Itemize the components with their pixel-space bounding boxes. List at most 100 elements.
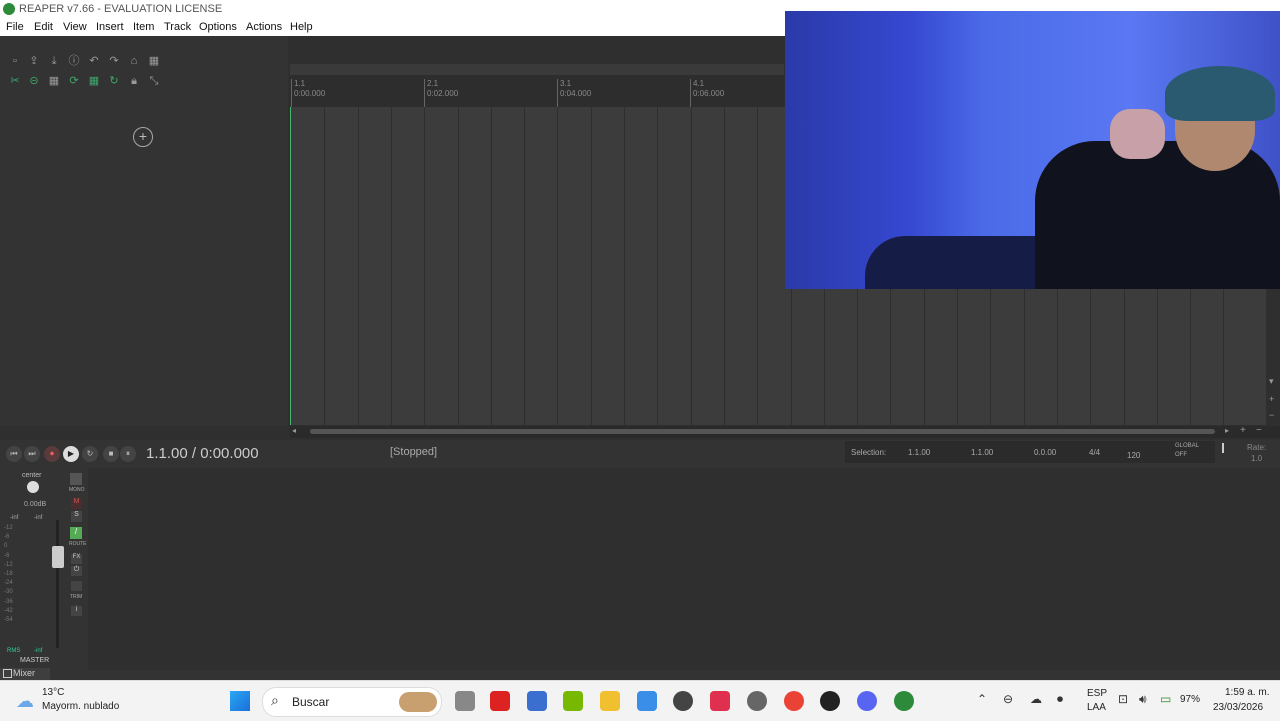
redo-icon[interactable]: ↷ [107,54,121,68]
tempo-value[interactable]: 120 [1127,451,1140,460]
scroll-thumb[interactable] [310,429,1215,434]
volume-icon[interactable]: 🔊︎ [1139,692,1147,707]
mute-button[interactable]: M [71,498,82,509]
pan-label: center [22,472,42,479]
snap-grid-icon[interactable]: ▦ [47,74,61,88]
power-icon[interactable]: ⏻ [71,566,82,576]
grid-line [424,107,426,425]
go-to-end-icon[interactable]: ⏭ [24,446,40,462]
battery-icon[interactable]: ▭ [1160,692,1171,706]
project-settings-icon[interactable]: ⓘ [67,54,81,68]
auto-crossfade-icon[interactable]: ⟳ [67,74,81,88]
region-lane[interactable] [290,64,784,75]
grid-icon[interactable]: ▦ [147,54,161,68]
battery-percent[interactable]: 97% [1180,694,1200,705]
copilot-icon[interactable] [637,691,657,711]
tray-chevron-icon[interactable]: ⌃ [977,692,987,706]
repeat-icon[interactable]: ↻ [82,446,98,462]
microphone-icon[interactable]: ⏺ [1057,692,1063,707]
onedrive-icon[interactable]: ☁ [1030,692,1042,706]
weather-desc[interactable]: Mayorm. nublado [42,701,119,712]
menu-options[interactable]: Options [199,21,237,33]
go-to-start-icon[interactable]: ⏮ [6,446,22,462]
zoom-out-icon[interactable]: − [1269,410,1274,420]
tiktok-icon[interactable] [710,691,730,711]
track-name[interactable]: MASTER [20,657,49,664]
zoom-in-icon[interactable]: + [1269,394,1274,404]
store-icon[interactable] [527,691,547,711]
open-project-icon[interactable]: ⇪ [27,54,41,68]
menu-track[interactable]: Track [164,21,191,33]
horizontal-scrollbar[interactable]: ◂ ▸ + − [290,425,1280,438]
keyboard-layout[interactable]: LAA [1087,702,1106,713]
pan-knob[interactable] [27,481,39,493]
loop-icon[interactable]: ↻ [107,74,121,88]
mixer-tab[interactable]: Mixer [0,668,50,680]
scroll-left-icon[interactable]: ◂ [292,426,296,435]
nvidia-icon[interactable] [563,691,583,711]
selection-end[interactable]: 1.1.00 [971,448,993,457]
stop-button[interactable]: ■ [103,446,119,462]
scroll-down-icon[interactable]: ▾ [1269,376,1274,387]
menu-help[interactable]: Help [290,21,313,33]
rate-value[interactable]: 1.0 [1251,454,1262,463]
rate-slider[interactable] [1222,443,1224,453]
mono-icon[interactable] [70,473,82,485]
zoom-in-h-icon[interactable]: + [1240,425,1246,436]
menu-file[interactable]: File [6,21,24,33]
steam-icon[interactable] [820,691,840,711]
play-button[interactable]: ▶ [63,446,79,462]
fx-button[interactable]: FX [71,554,82,564]
clock-app-icon[interactable] [673,691,693,711]
ripple-edit-icon[interactable]: ✂ [8,74,22,88]
chrome-icon[interactable] [784,691,804,711]
app-l-icon[interactable] [490,691,510,711]
weather-icon[interactable]: ☁ [16,691,34,712]
time-display[interactable]: 1.1.00 / 0:00.000 [146,445,259,462]
item-grouping-icon[interactable]: ⊝ [27,74,41,88]
trim-icon[interactable] [71,581,82,591]
add-track-button[interactable]: + [133,127,153,147]
language-code[interactable]: ESP [1087,688,1107,699]
trim-behind-icon[interactable]: ⤡ [147,74,161,88]
zoom-out-h-icon[interactable]: − [1256,425,1262,436]
menu-actions[interactable]: Actions [246,21,282,33]
menu-view[interactable]: View [63,21,87,33]
info-button[interactable]: i [71,606,82,616]
reaper-taskbar-icon[interactable] [894,691,914,711]
clock-time[interactable]: 1:59 a. m. [1225,687,1269,698]
global-automation-state[interactable]: OFF [1175,452,1187,458]
discord-icon[interactable] [857,691,877,711]
timeline-ruler[interactable]: 1.1 0:00.000 2.1 0:02.000 3.1 0:04.000 4.1 0… [290,75,784,107]
volume-fader[interactable] [52,546,64,568]
track-control-panel[interactable] [0,36,288,426]
obs-icon[interactable] [747,691,767,711]
undo-icon[interactable]: ↶ [87,54,101,68]
envelope-points-icon[interactable]: ▦ [87,74,101,88]
solo-button[interactable]: S [71,511,82,522]
menu-item[interactable]: Item [133,21,154,33]
pause-button[interactable]: ⏸ [120,446,136,462]
lock-icon[interactable]: 🔒︎ [127,74,141,88]
tray-app-icon[interactable]: ⊖ [1003,692,1013,706]
task-view-icon[interactable] [455,691,475,711]
menu-insert[interactable]: Insert [96,21,124,33]
network-icon[interactable]: ⊡ [1118,692,1128,706]
search-box[interactable]: ⌕ Buscar [262,687,442,717]
metronome-icon[interactable]: ⌂ [127,54,141,68]
clock-date[interactable]: 23/03/2026 [1213,702,1263,713]
windows-start-icon[interactable] [230,691,250,711]
selection-length[interactable]: 0.0.00 [1034,448,1056,457]
menu-edit[interactable]: Edit [34,21,53,33]
new-project-icon[interactable]: ▫ [8,54,22,68]
scroll-right-icon[interactable]: ▸ [1225,426,1229,435]
time-signature[interactable]: 4/4 [1089,448,1100,457]
file-explorer-icon[interactable] [600,691,620,711]
selection-start[interactable]: 1.1.00 [908,448,930,457]
save-project-icon[interactable]: ⤓ [47,54,61,68]
grid-line [690,107,692,425]
weather-temp[interactable]: 13°C [42,687,64,698]
route-icon[interactable]: / [70,527,82,539]
grid-line [490,107,492,425]
record-button[interactable]: ⏺ [44,446,60,462]
